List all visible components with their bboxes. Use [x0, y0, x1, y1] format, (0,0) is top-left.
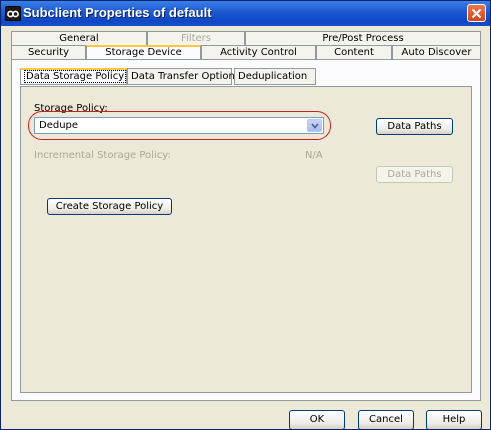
- tab-auto-discover[interactable]: Auto Discover: [392, 45, 481, 59]
- ok-button[interactable]: OK: [289, 410, 345, 429]
- subtab-deduplication[interactable]: Deduplication: [234, 68, 316, 85]
- tab-general[interactable]: General: [11, 31, 147, 45]
- tab-activity-control[interactable]: Activity Control: [201, 45, 316, 59]
- subtab-data-storage-policy[interactable]: Data Storage Policy: [20, 68, 127, 85]
- data-storage-policy-pane: Storage Policy: Dedupe Data Paths Increm…: [20, 86, 472, 393]
- incremental-storage-policy-value: N/A: [305, 150, 323, 161]
- storage-policy-value: Dedupe: [39, 120, 79, 131]
- create-storage-policy-button[interactable]: Create Storage Policy: [47, 198, 172, 215]
- tab-security[interactable]: Security: [11, 45, 86, 59]
- tab-pre-post-process[interactable]: Pre/Post Process: [245, 31, 481, 45]
- subclient-properties-dialog: Subclient Properties of default General …: [0, 0, 491, 430]
- storage-device-panel: Data Storage Policy Data Transfer Option…: [11, 59, 481, 401]
- tab-filters: Filters: [147, 31, 245, 45]
- tab-row-top: General Filters Pre/Post Process: [11, 31, 481, 45]
- close-icon: [471, 8, 482, 18]
- tab-content[interactable]: Content: [316, 45, 392, 59]
- tab-row-bottom: Security Storage Device Activity Control…: [11, 45, 481, 60]
- tab-storage-device[interactable]: Storage Device: [86, 45, 201, 60]
- commvault-logo-icon: [5, 6, 21, 21]
- close-button[interactable]: [467, 4, 486, 22]
- chevron-down-icon[interactable]: [307, 119, 322, 132]
- data-paths-button[interactable]: Data Paths: [376, 118, 453, 135]
- cancel-button[interactable]: Cancel: [358, 410, 414, 429]
- storage-policy-select[interactable]: Dedupe: [34, 117, 324, 134]
- subtab-label: Data Storage Policy: [24, 70, 127, 83]
- title-bar[interactable]: Subclient Properties of default: [1, 1, 490, 26]
- help-button[interactable]: Help: [426, 410, 482, 429]
- incremental-data-paths-button: Data Paths: [376, 166, 453, 183]
- window-title: Subclient Properties of default: [23, 5, 212, 20]
- incremental-storage-policy-label: Incremental Storage Policy:: [34, 150, 171, 161]
- subtab-data-transfer-option[interactable]: Data Transfer Option: [127, 68, 235, 85]
